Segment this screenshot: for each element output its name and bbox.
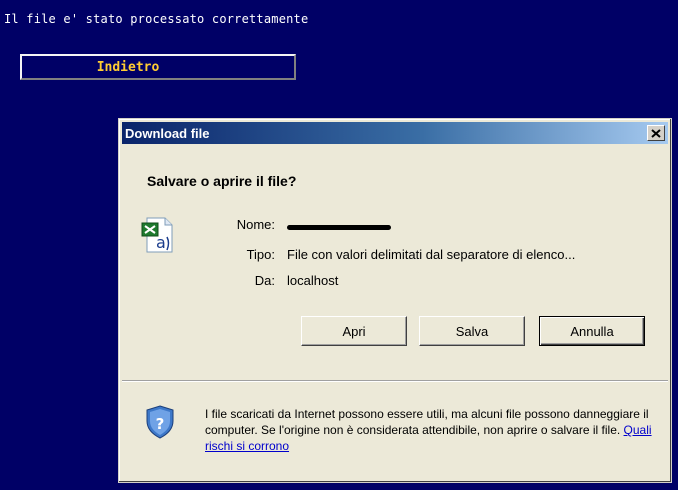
type-value: File con valori delimitati dal separator…: [287, 247, 576, 262]
from-value: localhost: [287, 273, 339, 288]
open-button[interactable]: Apri: [301, 316, 407, 346]
save-button[interactable]: Salva: [419, 316, 525, 346]
redacted-filename: [287, 225, 391, 230]
security-warning: I file scaricati da Internet possono ess…: [205, 406, 665, 454]
status-message: Il file e' stato processato correttament…: [4, 12, 309, 26]
from-label: Da:: [254, 273, 275, 288]
dialog-separator: [122, 380, 668, 382]
dialog-question: Salvare o aprire il file?: [147, 173, 297, 189]
close-icon: [651, 128, 661, 138]
dialog-titlebar[interactable]: Download file: [122, 122, 668, 144]
security-shield-icon: ?: [146, 405, 174, 439]
download-dialog: Download file Salvare o aprire il file? …: [118, 118, 672, 483]
type-label: Tipo:: [246, 247, 275, 262]
cancel-button[interactable]: Annulla: [539, 316, 645, 346]
svg-text:?: ?: [156, 415, 165, 433]
close-button[interactable]: [647, 125, 665, 141]
warning-text: I file scaricati da Internet possono ess…: [205, 407, 649, 437]
dialog-title: Download file: [125, 125, 210, 141]
back-button[interactable]: Indietro: [20, 54, 296, 80]
name-label: Nome:: [236, 217, 275, 232]
